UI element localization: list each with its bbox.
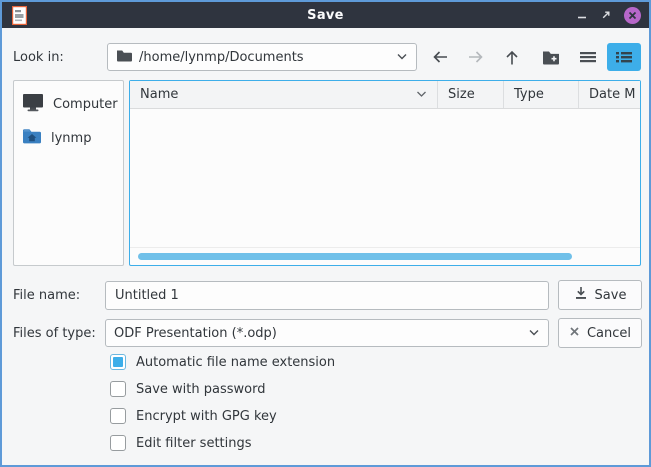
save-dialog-window: Save Look in: /home/lynmp/Documents xyxy=(0,0,651,467)
titlebar[interactable]: Save xyxy=(2,2,649,28)
maximize-icon[interactable] xyxy=(595,2,617,28)
checkbox-icon[interactable] xyxy=(110,381,126,397)
up-button[interactable] xyxy=(497,43,527,71)
file-list-footer xyxy=(130,247,640,265)
back-button[interactable] xyxy=(425,43,455,71)
checkbox-save-with-password[interactable]: Save with password xyxy=(110,381,265,397)
file-type-combobox[interactable]: ODF Presentation (*.odp) xyxy=(105,319,549,347)
save-icon xyxy=(574,286,588,304)
file-name-label: File name: xyxy=(13,288,80,303)
checkbox-icon[interactable] xyxy=(110,435,126,451)
column-header-date-modified[interactable]: Date M xyxy=(579,81,640,108)
detail-view-button[interactable] xyxy=(607,43,641,71)
sidebar-item-label: lynmp xyxy=(51,131,91,146)
checkbox-icon[interactable] xyxy=(110,408,126,424)
file-list-header: Name Size Type Date M xyxy=(130,81,640,109)
chevron-down-icon xyxy=(396,50,408,65)
checkbox-icon[interactable] xyxy=(110,354,126,370)
look-in-combobox[interactable]: /home/lynmp/Documents xyxy=(107,43,417,71)
column-header-name[interactable]: Name xyxy=(130,81,438,108)
save-button[interactable]: Save xyxy=(558,280,642,310)
close-x-icon xyxy=(569,326,580,341)
file-list-panel[interactable]: Name Size Type Date M xyxy=(129,80,641,266)
look-in-path: /home/lynmp/Documents xyxy=(139,50,304,65)
sidebar-item-label: Computer xyxy=(53,97,118,112)
minimize-icon[interactable] xyxy=(571,2,593,28)
window-title: Save xyxy=(2,8,649,23)
file-type-value: ODF Presentation (*.odp) xyxy=(114,326,277,341)
folder-icon xyxy=(116,49,132,66)
horizontal-scrollbar[interactable] xyxy=(138,253,572,260)
places-sidebar: Computer lynmp xyxy=(13,80,124,266)
cancel-button[interactable]: Cancel xyxy=(558,318,642,348)
sidebar-item-lynmp[interactable]: lynmp xyxy=(14,122,123,154)
home-folder-icon xyxy=(22,128,42,148)
chevron-down-icon xyxy=(528,326,540,341)
checkbox-automatic-extension[interactable]: Automatic file name extension xyxy=(110,354,335,370)
sort-chevron-icon xyxy=(416,87,427,102)
look-in-label: Look in: xyxy=(13,50,64,65)
file-list-empty-area[interactable] xyxy=(130,109,640,247)
list-view-button[interactable] xyxy=(573,43,603,71)
close-icon[interactable] xyxy=(621,2,643,28)
forward-button[interactable] xyxy=(461,43,491,71)
sidebar-item-computer[interactable]: Computer xyxy=(14,87,123,122)
files-of-type-label: Files of type: xyxy=(13,326,96,341)
column-header-type[interactable]: Type xyxy=(504,81,579,108)
checkbox-edit-filter-settings[interactable]: Edit filter settings xyxy=(110,435,252,451)
column-header-size[interactable]: Size xyxy=(438,81,504,108)
new-folder-button[interactable] xyxy=(536,43,566,71)
checkbox-encrypt-gpg[interactable]: Encrypt with GPG key xyxy=(110,408,277,424)
file-name-input[interactable] xyxy=(105,281,549,310)
computer-icon xyxy=(22,93,44,116)
